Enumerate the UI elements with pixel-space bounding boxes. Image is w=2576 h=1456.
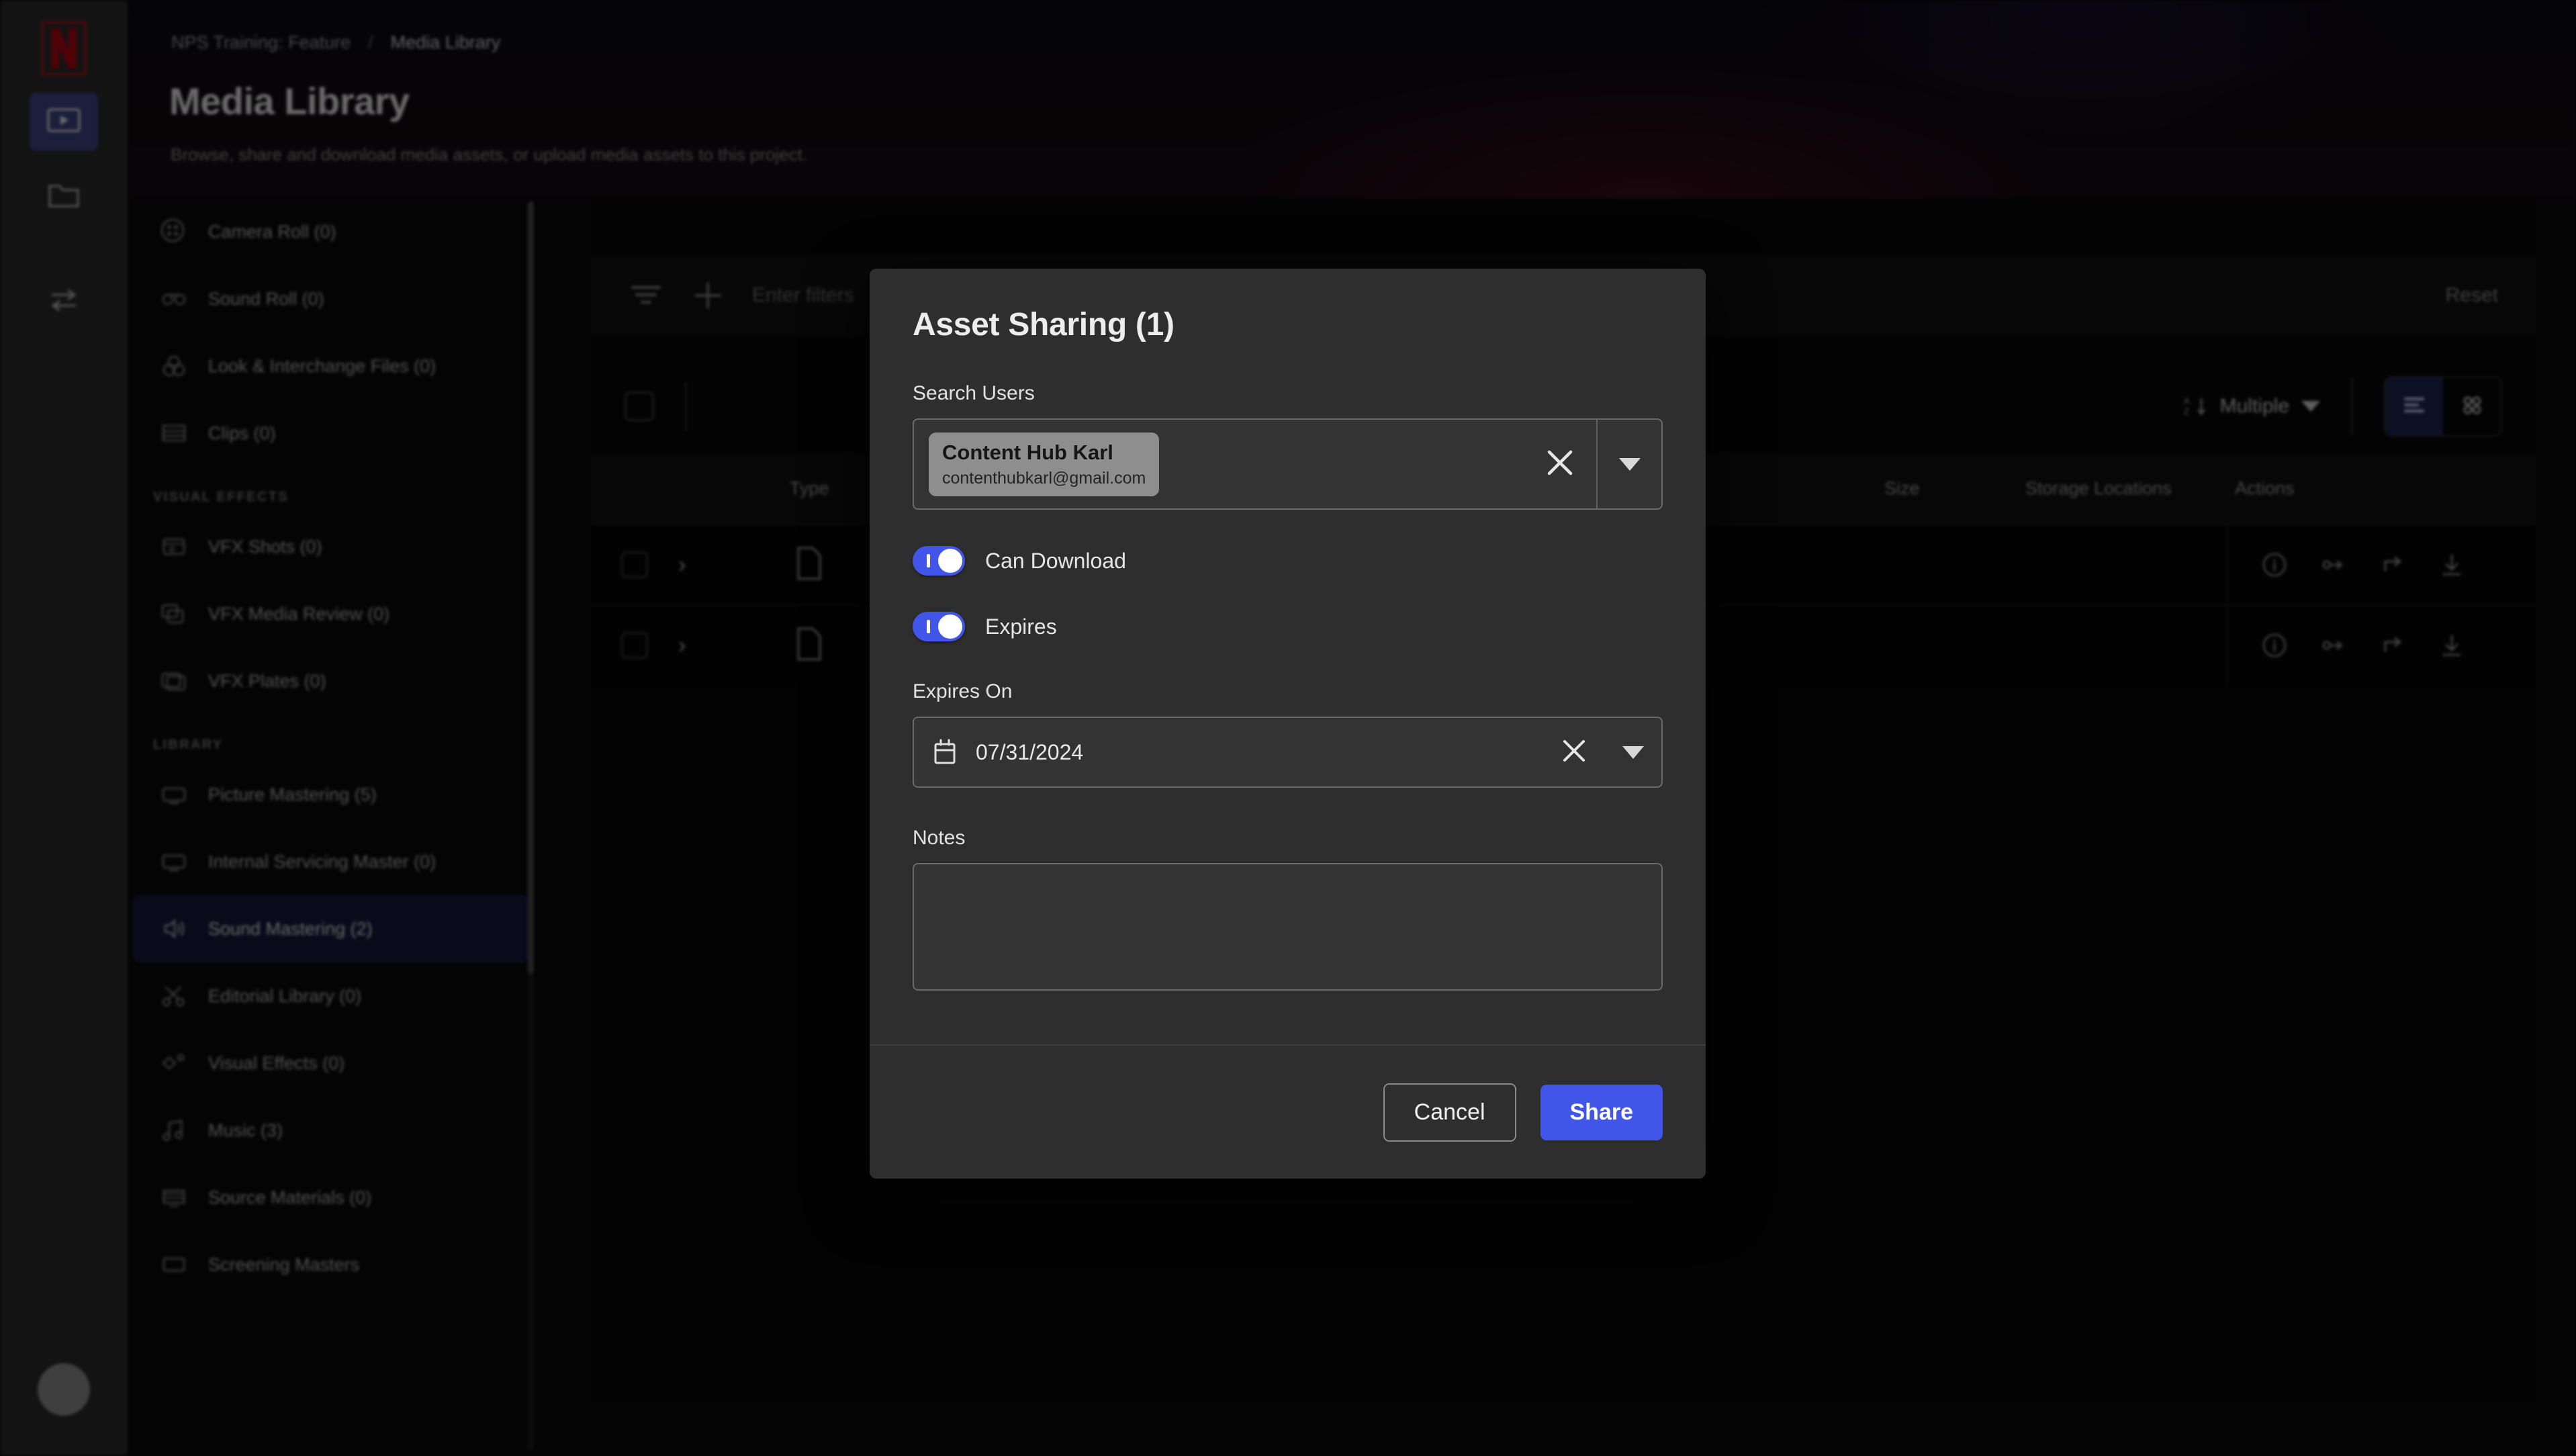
search-users-label: Search Users	[913, 382, 1035, 404]
selected-user-name: Content Hub Karl	[942, 440, 1113, 464]
clear-date-button[interactable]	[1543, 735, 1605, 770]
toggle-on-mark	[927, 620, 930, 633]
selected-user-email: contenthubkarl@gmail.com	[942, 468, 1146, 488]
asset-sharing-dialog: Asset Sharing (1) Search Users Content H…	[870, 269, 1706, 1179]
toggle-knob	[938, 549, 962, 573]
dialog-footer: Cancel Share	[870, 1044, 1706, 1179]
expires-on-label: Expires On	[913, 680, 1013, 702]
share-button[interactable]: Share	[1540, 1084, 1663, 1140]
search-users-field[interactable]: Content Hub Karl contenthubkarl@gmail.co…	[913, 418, 1663, 510]
chevron-down-icon	[1622, 745, 1644, 759]
cancel-button[interactable]: Cancel	[1383, 1083, 1516, 1142]
expires-label: Expires	[985, 614, 1057, 639]
expires-on-field[interactable]: 07/31/2024	[913, 717, 1663, 788]
selected-user-chip[interactable]: Content Hub Karl contenthubkarl@gmail.co…	[929, 432, 1160, 496]
toggle-on-mark	[927, 554, 930, 567]
expires-toggle[interactable]	[913, 612, 965, 641]
date-dropdown-button[interactable]	[1605, 745, 1661, 759]
clear-users-button[interactable]	[1524, 420, 1598, 508]
notes-label: Notes	[913, 827, 966, 849]
toggle-knob	[938, 615, 962, 639]
calendar-icon	[931, 737, 958, 767]
can-download-toggle[interactable]	[913, 546, 965, 576]
expires-row: Expires	[913, 612, 1663, 641]
search-users-input[interactable]: Content Hub Karl contenthubkarl@gmail.co…	[914, 420, 1524, 508]
dialog-body: Asset Sharing (1) Search Users Content H…	[870, 269, 1706, 1044]
users-dropdown-button[interactable]	[1598, 420, 1661, 508]
close-icon	[1559, 735, 1590, 770]
chevron-down-icon	[1618, 457, 1641, 471]
can-download-label: Can Download	[985, 548, 1126, 573]
can-download-row: Can Download	[913, 546, 1663, 576]
close-icon	[1543, 445, 1577, 484]
expires-on-value[interactable]: 07/31/2024	[976, 740, 1083, 765]
dialog-title: Asset Sharing (1)	[913, 307, 1175, 343]
notes-input[interactable]	[913, 863, 1663, 991]
